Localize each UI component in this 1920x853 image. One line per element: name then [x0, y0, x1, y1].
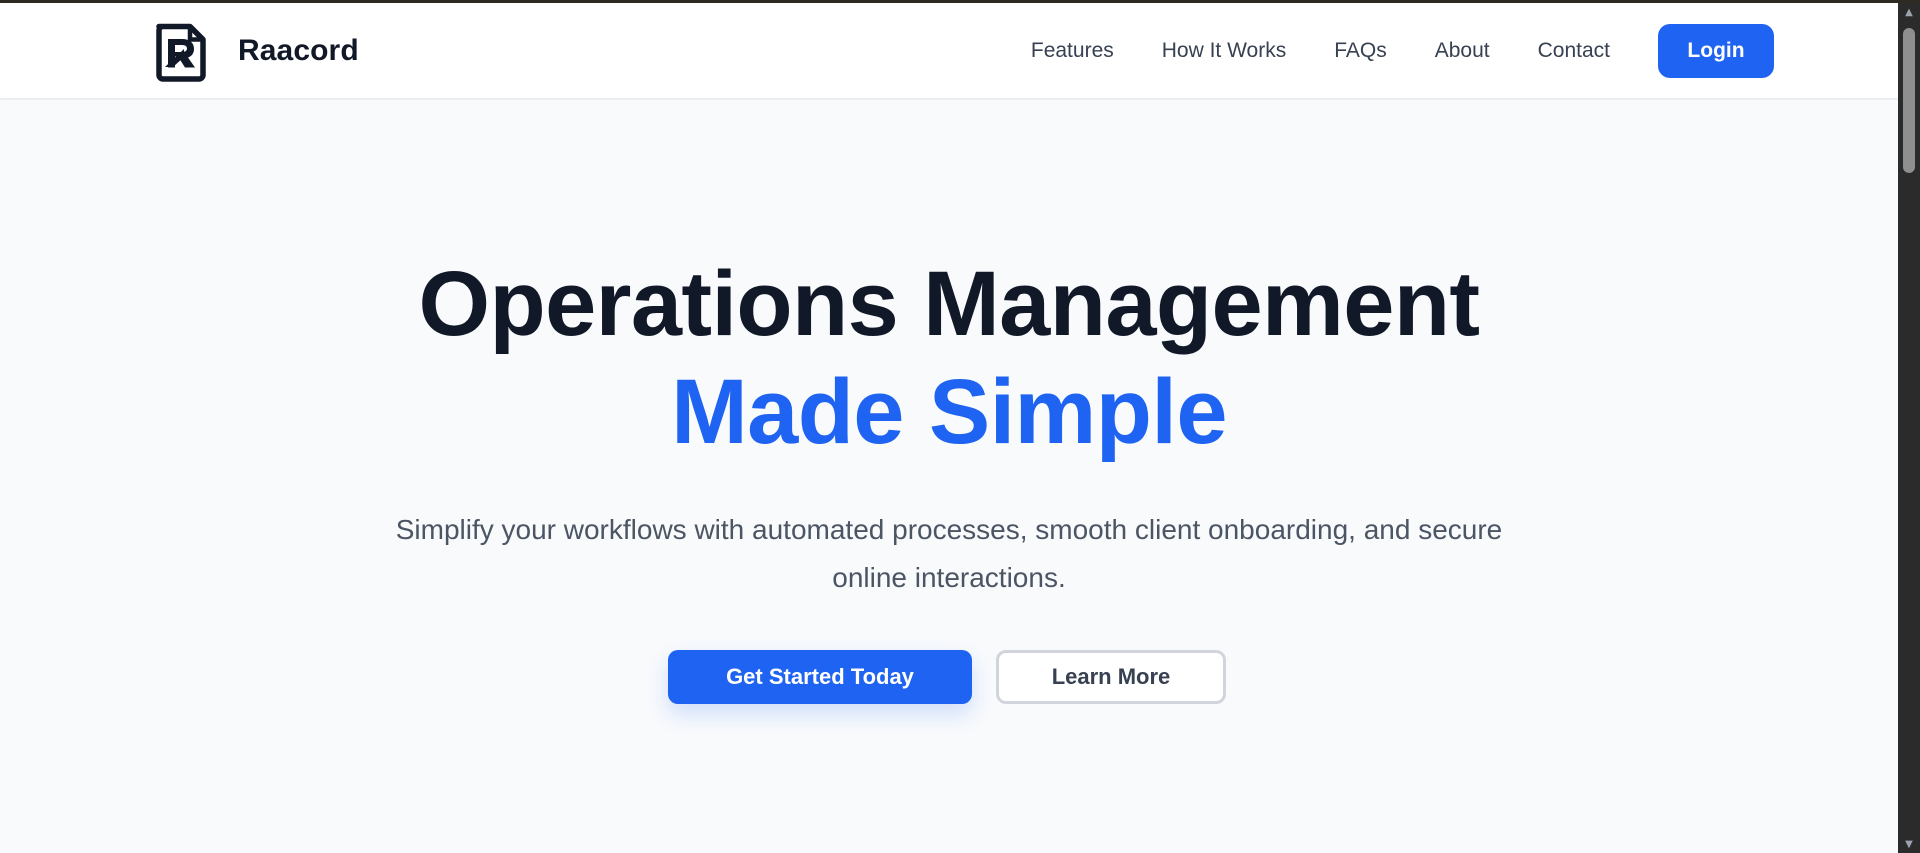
get-started-button[interactable]: Get Started Today [668, 650, 972, 704]
document-r-logo-icon [154, 19, 208, 83]
vertical-scrollbar[interactable]: ▲ ▼ [1898, 3, 1920, 853]
browser-viewport: Raacord Features How It Works FAQs About… [0, 0, 1920, 853]
hero-title-primary: Operations Management [418, 253, 1481, 355]
brand[interactable]: Raacord [154, 19, 359, 83]
hero-title-accent: Made Simple [671, 361, 1227, 463]
site-header: Raacord Features How It Works FAQs About… [0, 3, 1898, 99]
nav-features[interactable]: Features [1031, 39, 1114, 63]
login-button[interactable]: Login [1658, 24, 1774, 78]
scrollbar-thumb[interactable] [1903, 28, 1915, 173]
hero-section: Operations Management Made Simple Simpli… [0, 100, 1898, 853]
nav-faqs[interactable]: FAQs [1334, 39, 1387, 63]
nav-contact[interactable]: Contact [1538, 39, 1610, 63]
nav-about[interactable]: About [1435, 39, 1490, 63]
nav-how-it-works[interactable]: How It Works [1162, 39, 1286, 63]
main-navigation: Features How It Works FAQs About Contact… [1031, 23, 1774, 79]
learn-more-button[interactable]: Learn More [996, 650, 1226, 704]
scroll-down-arrow-icon[interactable]: ▼ [1898, 835, 1920, 853]
brand-name: Raacord [238, 34, 359, 67]
hero-actions: Get Started Today Learn More [668, 650, 1226, 704]
hero-subtitle: Simplify your workflows with automated p… [395, 514, 1503, 593]
hero-title: Operations Management Made Simple [0, 250, 1898, 466]
scroll-up-arrow-icon[interactable]: ▲ [1898, 3, 1920, 21]
